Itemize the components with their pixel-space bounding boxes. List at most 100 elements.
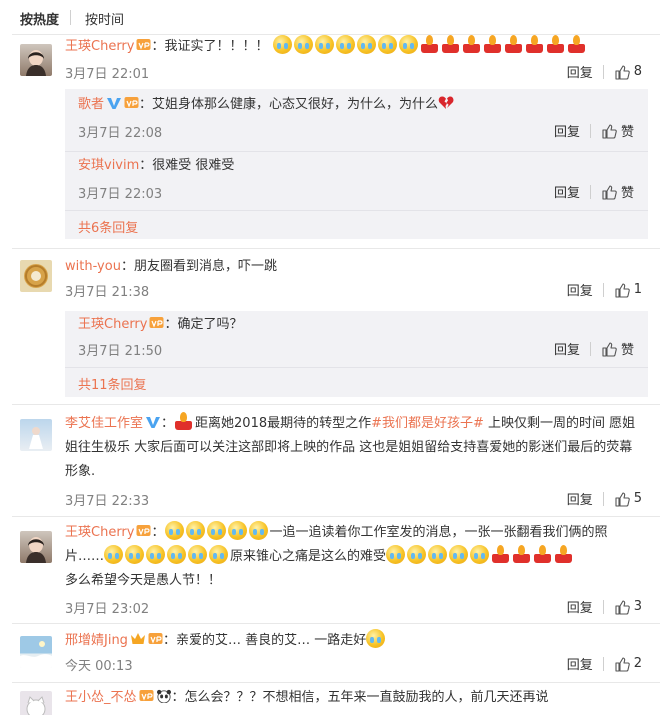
reply-button[interactable]: 回复 — [554, 121, 580, 140]
comment-time: 今天 00:13 — [65, 659, 133, 674]
comment-item: 邢增婧Jing ：亲爱的艾… 善良的艾… 一路走好 今天 00:13 回复 2 — [0, 624, 660, 682]
reply-button[interactable]: 回复 — [567, 654, 593, 673]
comment-item: 王瑛Cherry ：我证实了！！！！ 3月7日 22:01 回复 8 歌者 ：艾姐身… — [0, 34, 660, 248]
comment-username[interactable]: 王瑛Cherry — [65, 525, 134, 540]
comment-text: 王瑛Cherry：一追一追读着你工作室发的消息，一张一张翻看我们俩的照片…… 原来… — [65, 521, 640, 593]
comment-text: 李艾佳工作室：距离她2018最期待的转型之作#我们都是好孩子# 上映仅剩一周的时… — [65, 412, 640, 484]
crying-face-icon — [125, 545, 145, 564]
candle-emoji-group — [420, 35, 588, 54]
reply-actions: 回复 赞 — [554, 339, 634, 358]
crying-face-icon — [449, 545, 469, 564]
panda-icon — [156, 689, 172, 703]
reply-body: ：很难受 很难受 — [139, 158, 235, 173]
sort-by-hot-tab[interactable]: 按热度 — [20, 9, 59, 28]
avatar[interactable] — [20, 419, 52, 451]
candle-icon — [483, 35, 502, 54]
candle-icon — [546, 35, 565, 54]
comment-text: 邢增婧Jing ：亲爱的艾… 善良的艾… 一路走好 — [65, 629, 648, 653]
reply-button[interactable]: 回复 — [567, 597, 593, 616]
broken-heart-icon — [438, 95, 454, 110]
reply-item: 王瑛Cherry ：确定了吗？ 3月7日 21:50 回复 赞 — [65, 311, 648, 367]
avatar[interactable] — [20, 260, 52, 292]
avatar[interactable] — [20, 636, 52, 668]
crying-face-icon — [146, 545, 166, 564]
reply-button[interactable]: 回复 — [554, 182, 580, 201]
more-replies-link[interactable]: 共11条回复 — [78, 374, 147, 393]
member-badge-icon — [149, 315, 164, 330]
action-divider — [602, 491, 604, 506]
candle-icon — [174, 412, 193, 431]
crying-face-icon — [407, 545, 427, 564]
sort-by-time-tab[interactable]: 按时间 — [85, 9, 124, 28]
verified-v-icon — [145, 415, 161, 429]
crying-face-icon — [167, 545, 187, 564]
comment-body: ：我证实了！！！！ — [151, 39, 269, 54]
crying-face-icon — [398, 35, 418, 54]
member-badge-icon — [148, 631, 163, 646]
like-button[interactable]: 2 — [614, 656, 642, 672]
reply-username[interactable]: 王瑛Cherry — [78, 317, 147, 332]
thumbs-up-icon — [614, 282, 630, 298]
reply-list: 歌者 ：艾姐身体那么健康，心态又很好，为什么，为什么 3月7日 22:08 回复 … — [65, 89, 648, 239]
reply-time: 3月7日 22:03 — [78, 187, 163, 202]
reply-username[interactable]: 歌者 — [78, 97, 104, 112]
reply-button[interactable]: 回复 — [567, 489, 593, 508]
like-label: 赞 — [620, 125, 634, 140]
like-button[interactable]: 8 — [614, 64, 642, 80]
avatar[interactable] — [20, 531, 52, 563]
avatar[interactable] — [20, 691, 52, 715]
comment-time: 3月7日 22:33 — [65, 494, 150, 509]
comment-actions: 回复 8 — [567, 62, 642, 81]
reply-button[interactable]: 回复 — [567, 62, 593, 81]
comment-body: ：怎么会？？？不想相信，五年来一直鼓励我的人，前几天还再说 — [171, 690, 549, 705]
reply-button[interactable]: 回复 — [554, 339, 580, 358]
like-button[interactable]: 赞 — [601, 121, 634, 140]
like-count: 5 — [633, 491, 642, 506]
like-button[interactable]: 赞 — [601, 182, 634, 201]
crying-face-icon — [104, 545, 124, 564]
sort-bar: 按热度 按时间 — [0, 0, 660, 34]
thumbs-up-icon — [614, 64, 630, 80]
thumbs-up-icon — [614, 656, 630, 672]
comment-body-prefix: ： — [161, 416, 175, 431]
comment-body-end: 多么希望今天是愚人节！！ — [65, 573, 222, 588]
comment-username[interactable]: 王小怂_不怂 — [65, 690, 137, 705]
candle-icon — [462, 35, 481, 54]
crying-face-icon — [293, 35, 313, 54]
avatar[interactable] — [20, 44, 52, 76]
vip-crown-icon — [106, 96, 122, 110]
comment-item: with-you：朋友圈看到消息，吓一跳 3月7日 21:38 回复 1 王瑛C… — [0, 249, 660, 403]
member-badge-icon — [136, 523, 151, 538]
comment-username[interactable]: with-you — [65, 259, 121, 274]
topic-hashtag-link[interactable]: #我们都是好孩子# — [371, 416, 484, 431]
reply-body: ：艾姐身体那么健康，心态又很好，为什么，为什么 — [139, 97, 439, 112]
member-badge-icon — [124, 95, 139, 110]
like-button[interactable]: 3 — [614, 599, 642, 615]
more-replies-link[interactable]: 共6条回复 — [78, 217, 138, 236]
reply-time: 3月7日 22:08 — [78, 126, 163, 141]
crying-face-icon — [272, 35, 292, 54]
sort-divider — [70, 10, 71, 25]
avatar-donut-icon — [24, 264, 48, 288]
avatar-portrait-icon — [26, 50, 46, 76]
comment-body-continued: 原来锥心之痛是这么的难受 — [230, 549, 387, 564]
crying-face-icon — [377, 35, 397, 54]
action-divider — [589, 184, 591, 199]
like-button[interactable]: 赞 — [601, 339, 634, 358]
reply-button[interactable]: 回复 — [567, 280, 593, 299]
avatar-seascape-icon — [20, 641, 52, 668]
comment-username[interactable]: 王瑛Cherry — [65, 39, 134, 54]
like-label: 赞 — [620, 343, 634, 358]
action-divider — [589, 123, 591, 138]
like-button[interactable]: 1 — [614, 282, 642, 298]
like-count: 3 — [633, 599, 642, 614]
comment-text: 王小怂_不怂 ：怎么会？？？不想相信，五年来一直鼓励我的人，前几天还再说 — [65, 686, 648, 710]
comment-username[interactable]: 李艾佳工作室 — [65, 416, 143, 431]
thumbs-up-icon — [601, 341, 617, 357]
candle-icon — [512, 545, 531, 564]
reply-username[interactable]: 安琪vivim — [78, 158, 139, 173]
like-button[interactable]: 5 — [614, 491, 642, 507]
comment-actions: 回复 3 — [567, 597, 642, 616]
thumbs-up-icon — [614, 491, 630, 507]
comment-username[interactable]: 邢增婧Jing — [65, 633, 128, 648]
